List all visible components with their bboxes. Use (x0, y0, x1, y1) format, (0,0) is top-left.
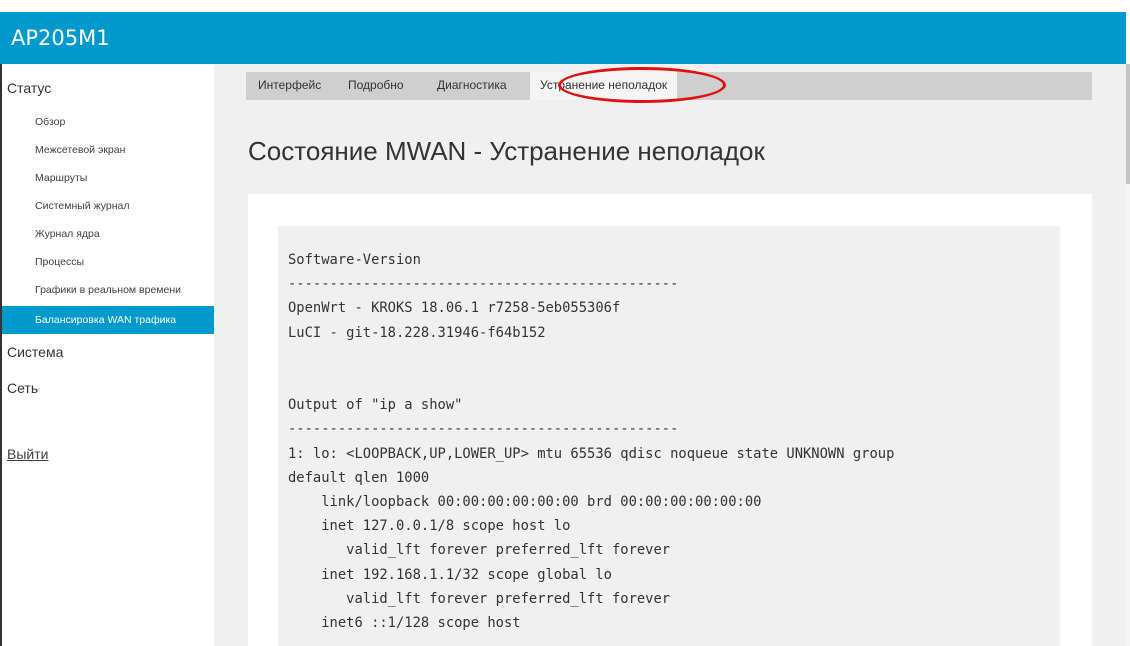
output-line: inet 127.0.0.1/8 scope host lo (288, 518, 571, 535)
output-line: Software-Version (288, 252, 421, 268)
page-title: Состояние MWAN - Устранение неполадок (248, 136, 765, 166)
tab-interface[interactable]: Интерфейс (258, 72, 321, 100)
sidebar-item-processes[interactable]: Процессы (2, 248, 216, 276)
output-line: ----------------------------------------… (288, 276, 679, 293)
output-line: 1: lo: <LOOPBACK,UP,LOWER_UP> mtu 65536 … (288, 445, 895, 462)
sidebar-category-status[interactable]: Статус (7, 80, 51, 96)
main-content: Интерфейс Подробно Диагностика Устранени… (214, 64, 1126, 646)
tab-bar: Интерфейс Подробно Диагностика Устранени… (246, 67, 1092, 103)
output-line: valid_lft forever preferred_lft forever (288, 542, 671, 559)
scrollbar-thumb[interactable] (1126, 64, 1130, 184)
sidebar-category-system[interactable]: Система (7, 344, 63, 360)
output-line: ----------------------------------------… (288, 421, 679, 438)
sidebar-item-overview[interactable]: Обзор (2, 108, 216, 136)
content-panel: Software-Version -----------------------… (248, 194, 1092, 646)
tab-details[interactable]: Подробно (348, 72, 404, 100)
logout-link[interactable]: Выйти (7, 446, 48, 462)
sidebar-item-system-log[interactable]: Системный журнал (2, 192, 216, 220)
output-line: default qlen 1000 (288, 469, 430, 486)
brand-title[interactable]: AP205M1 (11, 26, 110, 50)
troubleshooting-output: Software-Version -----------------------… (278, 226, 1060, 646)
output-line: Output of "ip a show" (288, 397, 463, 414)
tab-troubleshooting[interactable]: Устранение неполадок (530, 72, 678, 100)
header-bar: AP205M1 (0, 12, 1126, 64)
tab-diagnostics[interactable]: Диагностика (437, 72, 507, 100)
output-line: OpenWrt - KROKS 18.06.1 r7258-5eb055306f (288, 300, 621, 317)
sidebar-item-wan-balancing[interactable]: Балансировка WAN трафика (2, 306, 216, 334)
output-line: inet 192.168.1.1/32 scope global lo (288, 566, 612, 583)
output-line: link/loopback 00:00:00:00:00:00 brd 00:0… (288, 494, 762, 511)
sidebar-item-routes[interactable]: Маршруты (2, 164, 216, 192)
output-line: LuCI - git-18.228.31946-f64b152 (288, 324, 546, 341)
scrollbar[interactable] (1126, 64, 1130, 646)
sidebar: Статус Обзор Межсетевой экран Маршруты С… (2, 64, 216, 646)
sidebar-category-network[interactable]: Сеть (7, 380, 38, 396)
sidebar-item-firewall[interactable]: Межсетевой экран (2, 136, 216, 164)
sidebar-item-realtime-graphs[interactable]: Графики в реальном времени (2, 276, 216, 304)
output-line: valid_lft forever preferred_lft forever (288, 590, 671, 607)
sidebar-item-kernel-log[interactable]: Журнал ядра (2, 220, 216, 248)
output-line: inet6 ::1/128 scope host (288, 615, 521, 632)
